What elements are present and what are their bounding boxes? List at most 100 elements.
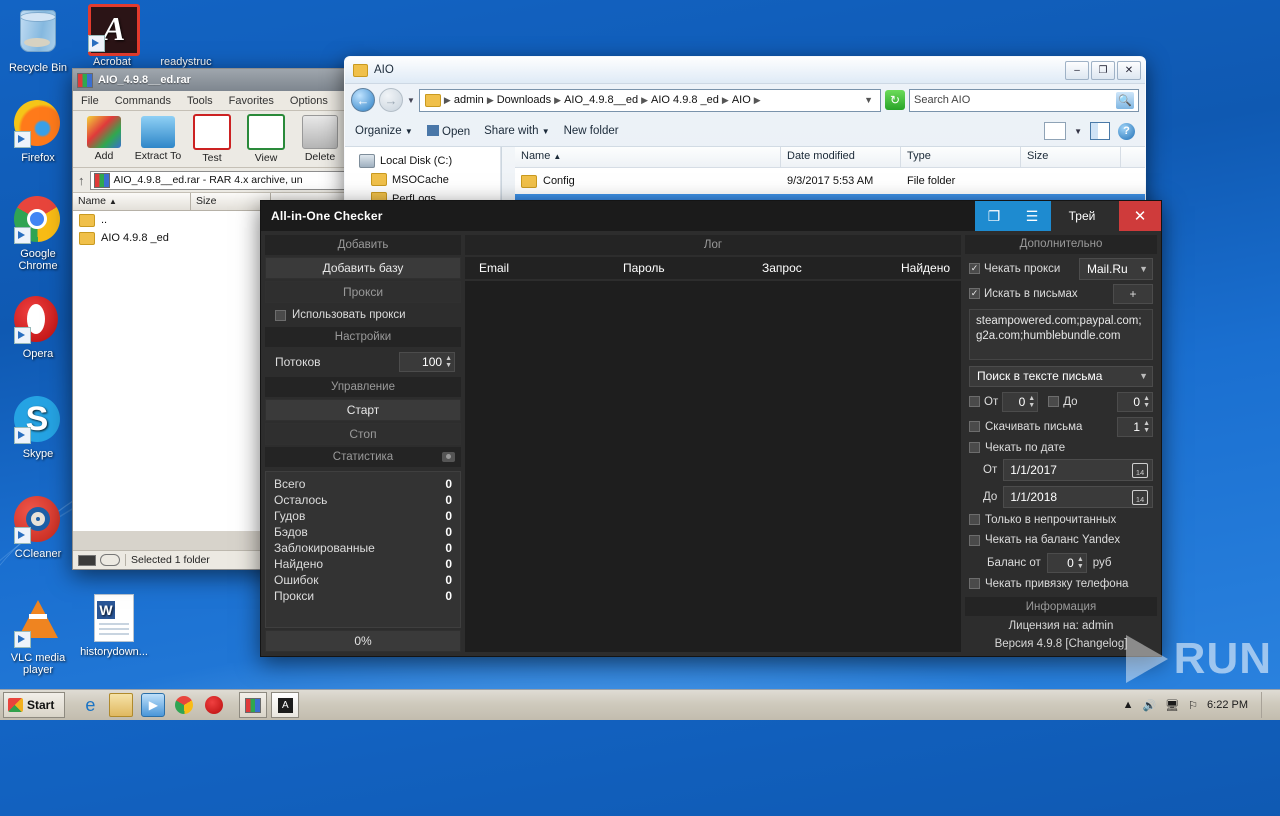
check-proxy-checkbox[interactable]: ✓ [969,263,980,275]
column-type[interactable]: Type [901,147,1021,167]
view-button[interactable]: View [239,114,293,164]
column-date-modified[interactable]: Date modified [781,147,901,167]
log-list[interactable] [465,281,961,652]
share-with-button[interactable]: Share with ▼ [484,125,549,137]
test-button[interactable]: Test [185,114,239,164]
window-controls[interactable]: – ❐ ✕ [1065,60,1141,80]
desktop-icon-readystruc[interactable]: readystruc [150,4,222,68]
delete-button[interactable]: Delete [293,115,347,163]
proxy-button[interactable]: Прокси [265,281,461,303]
aio-window[interactable]: All-in-One Checker ❐ ☰ Трей ✕ Добавить Д… [260,200,1162,657]
minimize-button[interactable]: – [1065,60,1089,80]
check-phone-checkbox[interactable] [969,578,980,590]
column-found[interactable]: Найдено [887,261,961,275]
taskbar[interactable]: Start e ▶ A ▲ 🔊 🖥 ⚐ 6:22 PM [0,689,1280,720]
from-stepper[interactable]: 0 ▲ ▼ [1002,391,1039,412]
maximize-button[interactable]: ❐ [1091,60,1115,80]
stop-button[interactable]: Стоп [265,423,461,445]
help-icon[interactable]: ? [1118,122,1135,140]
to-checkbox[interactable] [1048,396,1060,408]
proxy-provider-select[interactable]: Mail.Ru ▼ [1079,257,1153,280]
desktop-icon-firefox[interactable]: Firefox [2,100,74,164]
date-from-field[interactable]: 1/1/2017 14 [1003,459,1153,482]
network-icon[interactable]: 🖥 [1165,699,1179,712]
explorer-navbar[interactable]: ← → ▼ ▶ admin ▶ Downloads ▶ AIO_4.9.8__ed ▶… [345,84,1145,116]
menu-tools[interactable]: Tools [179,95,221,107]
file-button[interactable]: ❐ [975,201,1013,231]
opera-icon[interactable] [203,694,225,716]
close-button[interactable]: ✕ [1119,201,1161,231]
menu-file[interactable]: File [73,95,107,107]
taskbar-window-aio[interactable]: A [271,692,300,718]
organize-button[interactable]: Organize ▼ [355,125,413,137]
menu-commands[interactable]: Commands [107,95,179,107]
balance-from-stepper[interactable]: 0 ▲ ▼ [1046,552,1087,573]
view-options-icon[interactable] [1044,122,1067,140]
show-desktop-button[interactable] [1261,692,1274,718]
column-name[interactable]: Name ▲ [515,147,781,167]
date-to-field[interactable]: 1/1/2018 14 [1003,486,1153,509]
explorer-titlebar[interactable]: AIO – ❐ ✕ [345,57,1145,84]
calendar-icon[interactable]: 14 [1132,462,1148,478]
breadcrumb-item[interactable]: AIO [732,94,751,106]
new-folder-button[interactable]: New folder [564,125,619,137]
calendar-icon[interactable]: 14 [1132,489,1148,505]
refresh-icon[interactable]: ↻ [885,90,905,110]
forward-button[interactable]: → [379,88,403,112]
stepper-arrows-icon[interactable]: ▲ ▼ [1028,395,1035,409]
aio-window-controls[interactable]: ❐ ☰ Трей ✕ [975,201,1161,231]
add-button[interactable]: Add [77,116,131,162]
tree-item-msocache[interactable]: MSOCache [345,170,500,189]
stepper-arrows-icon[interactable]: ▲ ▼ [1077,556,1084,570]
to-stepper[interactable]: 0 ▲ ▼ [1117,391,1153,412]
winrar-titlebar[interactable]: AIO_4.9.8__ed.rar [73,69,363,91]
add-base-button[interactable]: Добавить базу [265,257,461,279]
menu-favorites[interactable]: Favorites [221,95,282,107]
explorer-icon[interactable] [109,693,134,717]
clock[interactable]: 6:22 PM [1207,699,1248,711]
breadcrumb-dropdown-icon[interactable]: ▼ [864,95,873,105]
use-proxy-checkbox[interactable] [275,309,286,321]
aio-titlebar[interactable]: All-in-One Checker ❐ ☰ Трей ✕ [261,201,1161,231]
desktop-icon-google-chrome[interactable]: Google Chrome [2,196,74,272]
column-size[interactable]: Size [1021,147,1121,167]
stepper-arrows-icon[interactable]: ▲ ▼ [1143,420,1150,434]
chevron-down-icon[interactable]: ▼ [1074,127,1082,136]
version-text[interactable]: Версия 4.9.8 [Changelog] [965,636,1157,652]
desktop-icon-vlc[interactable]: VLC media player [2,594,74,676]
quick-launch[interactable]: e ▶ [79,693,225,717]
desktop-icon-recycle-bin[interactable]: Recycle Bin [2,6,74,74]
ie-icon[interactable]: e [79,694,101,716]
search-icon[interactable]: 🔍 [1116,91,1134,109]
breadcrumb[interactable]: ▶ admin ▶ Downloads ▶ AIO_4.9.8__ed ▶ AIO 4… [418,88,881,112]
download-mail-checkbox[interactable] [969,421,980,433]
stepper-arrows-icon[interactable]: ▲ ▼ [1143,395,1150,409]
preview-pane-icon[interactable] [1090,122,1110,140]
tree-item-local-disk[interactable]: Local Disk (C:) [345,151,500,170]
search-mode-select[interactable]: Поиск в тексте письма ▼ [969,365,1153,387]
column-password[interactable]: Пароль [609,261,748,275]
desktop-icon-ccleaner[interactable]: CCleaner [2,496,74,560]
start-button[interactable]: Старт [265,399,461,421]
explorer-commandbar[interactable]: Organize ▼ Open Share with ▼ New folder … [345,116,1145,147]
search-mail-checkbox[interactable]: ✓ [969,288,980,300]
stepper-arrows-icon[interactable]: ▲ ▼ [445,355,452,369]
recent-pages-chevron-icon[interactable]: ▼ [407,96,415,105]
menu-options[interactable]: Options [282,95,336,107]
breadcrumb-item[interactable]: Downloads [497,94,551,106]
check-by-date-checkbox[interactable] [969,442,980,454]
column-email[interactable]: Email [465,261,609,275]
breadcrumb-item[interactable]: AIO 4.9.8 _ed [651,94,719,106]
threads-stepper[interactable]: 100 ▲ ▼ [399,352,455,372]
table-row[interactable]: Config 9/3/2017 5:53 AM File folder [515,168,1145,194]
breadcrumb-item[interactable]: AIO_4.9.8__ed [564,94,638,106]
extract-to-button[interactable]: Extract To [131,116,185,162]
winrar-addressbar[interactable]: ↑ AIO_4.9.8__ed.rar - RAR 4.x archive, u… [73,168,363,193]
winrar-toolbar[interactable]: Add Extract To Test View Delete [73,111,363,168]
desktop-icon-acrobat[interactable]: A Acrobat [76,4,148,68]
only-unread-checkbox[interactable] [969,514,980,526]
start-button[interactable]: Start [3,692,66,718]
domains-textarea[interactable]: steampowered.com;paypal.com;g2a.com;humb… [969,308,1153,360]
open-button[interactable]: Open [426,124,470,138]
desktop-icon-historydown[interactable]: historydown... [78,594,150,658]
